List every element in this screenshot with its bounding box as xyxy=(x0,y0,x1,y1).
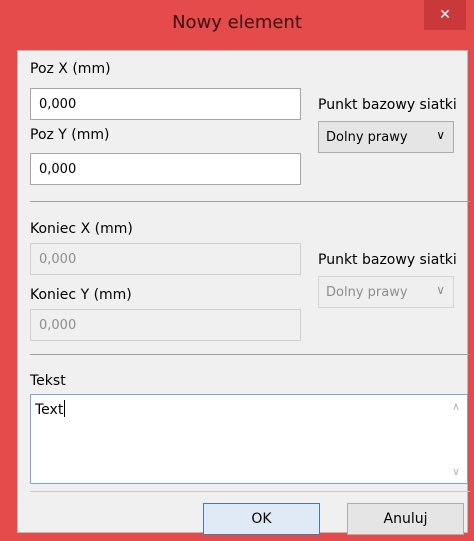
text-label: Tekst xyxy=(30,373,66,389)
end-grid-base-label: Punkt bazowy siatki xyxy=(318,252,457,268)
pos-y-label: Poz Y (mm) xyxy=(30,127,110,143)
end-x-label: Koniec X (mm) xyxy=(30,221,133,237)
text-value: Text xyxy=(35,402,64,418)
divider xyxy=(30,354,470,355)
scroll-up-icon[interactable]: ∧ xyxy=(452,400,460,413)
pos-y-input[interactable]: 0,000 xyxy=(30,153,301,185)
scroll-down-icon[interactable]: ∨ xyxy=(452,465,460,478)
pos-x-input[interactable]: 0,000 xyxy=(30,88,301,120)
close-button[interactable]: ✕ xyxy=(424,0,466,30)
title-bar[interactable]: Nowy element ✕ xyxy=(0,0,474,50)
end-x-input[interactable]: 0,000 xyxy=(30,243,301,275)
window-title: Nowy element xyxy=(172,12,302,33)
text-input[interactable]: Text ∧ ∨ xyxy=(30,394,468,484)
chevron-down-icon: ∨ xyxy=(436,283,445,297)
grid-base-value: Dolny prawy xyxy=(326,129,408,145)
dialog-window: Nowy element ✕ Poz X (mm) 0,000 Poz Y (m… xyxy=(0,0,474,541)
grid-base-label: Punkt bazowy siatki xyxy=(318,97,457,113)
end-y-input[interactable]: 0,000 xyxy=(30,309,301,341)
divider xyxy=(30,201,470,202)
end-grid-base-value: Dolny prawy xyxy=(326,284,408,300)
end-grid-base-select[interactable]: Dolny prawy ∨ xyxy=(318,276,454,308)
ok-button[interactable]: OK xyxy=(203,503,320,535)
dialog-body: Poz X (mm) 0,000 Poz Y (mm) 0,000 Punkt … xyxy=(17,50,470,535)
end-y-label: Koniec Y (mm) xyxy=(30,287,132,303)
pos-x-label: Poz X (mm) xyxy=(30,61,111,77)
divider xyxy=(30,491,470,492)
text-caret xyxy=(64,400,66,417)
text-scrollbar[interactable]: ∧ ∨ xyxy=(449,395,467,483)
grid-base-select[interactable]: Dolny prawy ∨ xyxy=(318,121,454,153)
chevron-down-icon: ∨ xyxy=(436,128,445,142)
cancel-button[interactable]: Anuluj xyxy=(347,503,464,535)
close-icon: ✕ xyxy=(439,7,451,23)
